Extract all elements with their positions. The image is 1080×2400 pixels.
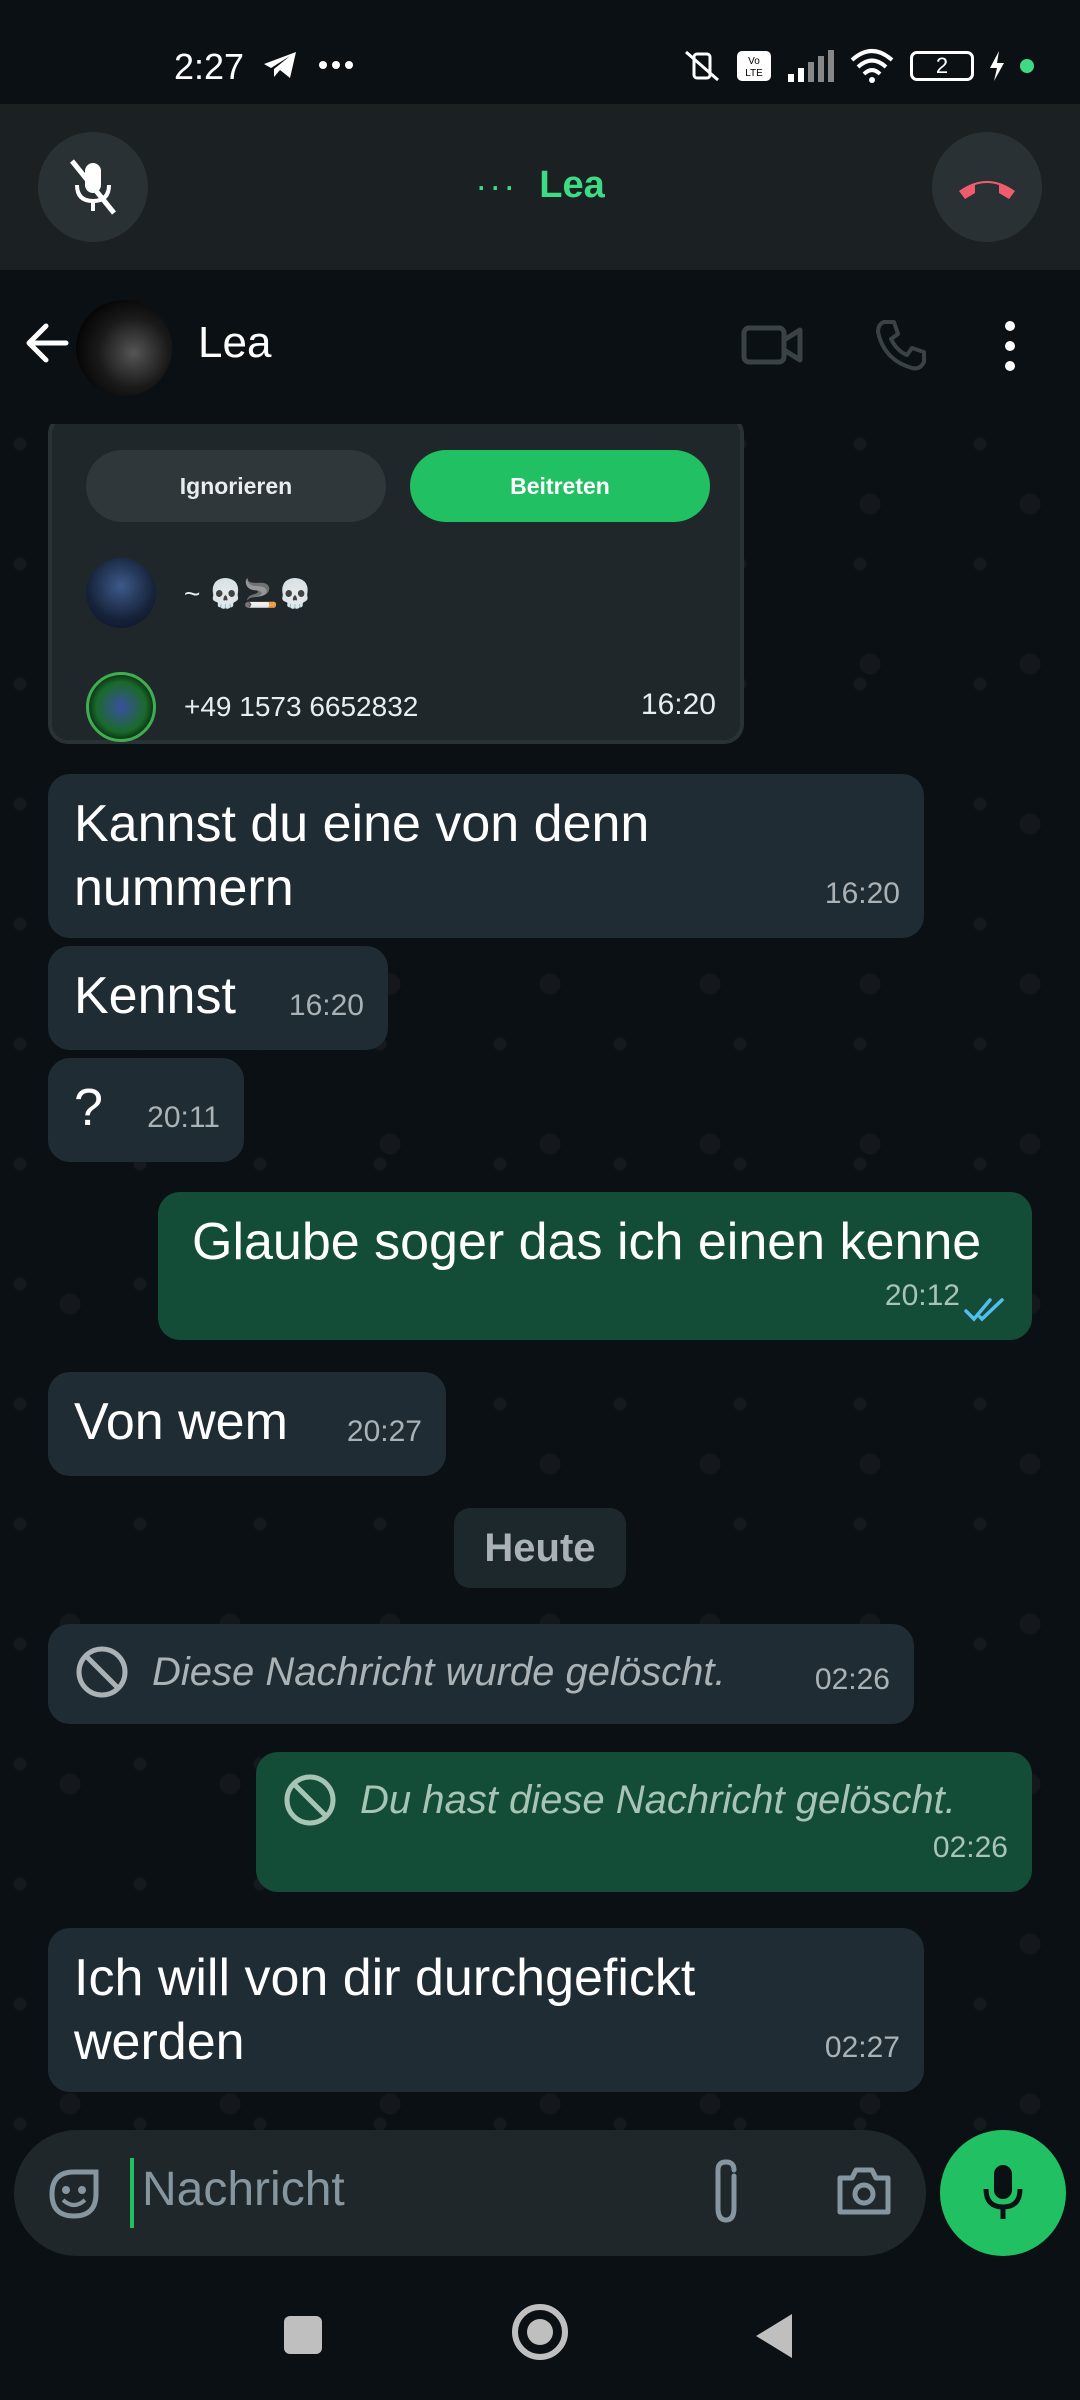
battery-icon: 2 xyxy=(910,51,974,81)
message-time: 16:20 xyxy=(824,877,900,910)
ongoing-call-banner[interactable]: ··· Lea xyxy=(0,104,1080,270)
more-menu-icon[interactable] xyxy=(1000,318,1020,374)
svg-text:Vo: Vo xyxy=(748,56,760,67)
call-contact-name: Lea xyxy=(539,164,605,206)
home-button[interactable] xyxy=(512,2304,568,2360)
svg-text:LTE: LTE xyxy=(745,68,763,79)
blocked-icon xyxy=(76,1646,128,1698)
message-text: Kannst du eine von denn nummern xyxy=(74,795,650,917)
message-incoming[interactable]: Kannst du eine von denn nummern 16:20 xyxy=(48,774,924,938)
message-time: 02:26 xyxy=(932,1831,1008,1864)
ignore-button[interactable]: Ignorieren xyxy=(86,450,386,522)
end-call-button[interactable] xyxy=(932,132,1042,242)
message-outgoing-deleted[interactable]: Du hast diese Nachricht gelöscht. 02:26 xyxy=(256,1752,1032,1892)
member-name: +49 1573 6652832 xyxy=(184,691,419,722)
camera-icon[interactable] xyxy=(834,2162,894,2218)
message-text: Du hast diese Nachricht gelöscht. xyxy=(360,1778,956,1822)
avatar xyxy=(86,558,156,628)
status-system-icons: Vo LTE 2 xyxy=(682,48,1034,84)
vibrate-mute-icon xyxy=(685,50,719,82)
video-call-icon[interactable] xyxy=(740,320,804,370)
mic-icon xyxy=(983,2165,1023,2219)
blocked-icon xyxy=(284,1774,336,1826)
voice-call-icon[interactable] xyxy=(872,318,928,374)
chat-area[interactable]: Ignorieren Beitreten ~ 💀🚬💀 +49 1573 6652… xyxy=(0,424,1080,2140)
member-row[interactable]: ~ 💀🚬💀 xyxy=(86,558,313,628)
message-incoming-deleted[interactable]: Diese Nachricht wurde gelöscht. 02:26 xyxy=(48,1624,914,1724)
member-name: ~ 💀🚬💀 xyxy=(184,577,313,609)
sticker-icon[interactable] xyxy=(44,2164,104,2224)
message-incoming[interactable]: ? 20:11 xyxy=(48,1058,244,1162)
message-incoming[interactable]: Von wem 20:27 xyxy=(48,1372,446,1476)
signal-icon xyxy=(788,50,834,82)
telegram-icon xyxy=(264,52,296,78)
call-title[interactable]: ··· Lea xyxy=(0,164,1080,207)
message-incoming[interactable]: Kennst 16:20 xyxy=(48,946,388,1050)
contact-name[interactable]: Lea xyxy=(198,318,271,368)
avatar xyxy=(86,672,156,742)
message-text: Ich will von dir durchgefickt werden xyxy=(74,1949,696,2071)
end-call-icon xyxy=(959,181,1015,199)
back-button[interactable] xyxy=(756,2314,792,2358)
join-button[interactable]: Beitreten xyxy=(410,450,710,522)
message-text: Diese Nachricht wurde gelöscht. xyxy=(152,1650,726,1694)
deleted-message: Diese Nachricht wurde gelöscht. xyxy=(74,1640,888,1704)
chat-header: Lea xyxy=(0,270,1080,424)
message-incoming[interactable]: Ich will von dir durchgefickt werden 02:… xyxy=(48,1928,924,2092)
call-status-dots: ··· xyxy=(475,164,518,206)
double-check-icon xyxy=(964,1298,1004,1322)
message-input-bar: Nachricht xyxy=(14,2130,926,2256)
status-notification-icons xyxy=(262,50,354,80)
message-time: 16:20 xyxy=(640,688,716,721)
message-time: 16:20 xyxy=(288,989,364,1022)
volte-icon: VoLTE xyxy=(737,51,771,81)
avatar[interactable] xyxy=(76,300,172,396)
message-text: Glaube soger das ich einen kenne xyxy=(192,1213,982,1271)
date-divider: Heute xyxy=(454,1508,626,1588)
voice-message-button[interactable] xyxy=(940,2130,1066,2256)
text-caret xyxy=(130,2158,134,2228)
deleted-message: Du hast diese Nachricht gelöscht. xyxy=(282,1768,1006,1832)
screen: 2:27 Vo LTE 2 ··· Lea Lea Ignorieren Bei… xyxy=(0,0,1080,2400)
message-time: 20:12 xyxy=(884,1279,960,1312)
status-bar: 2:27 Vo LTE 2 xyxy=(0,0,1080,104)
message-outgoing[interactable]: Glaube soger das ich einen kenne 20:12 xyxy=(158,1192,1032,1340)
message-time: 20:11 xyxy=(147,1101,220,1134)
system-navigation-bar xyxy=(0,2268,1080,2400)
back-arrow-icon[interactable] xyxy=(22,318,72,368)
recents-button[interactable] xyxy=(284,2316,322,2354)
active-indicator-icon xyxy=(1020,59,1034,73)
message-time: 02:26 xyxy=(814,1663,890,1696)
message-time: 20:27 xyxy=(346,1415,422,1448)
more-notifications-icon xyxy=(319,61,353,69)
attach-icon[interactable] xyxy=(706,2158,746,2226)
message-input[interactable]: Nachricht xyxy=(142,2162,345,2217)
wifi-icon xyxy=(850,49,894,83)
charging-icon xyxy=(990,51,1004,81)
status-time: 2:27 xyxy=(174,46,245,87)
group-invite-message: Ignorieren Beitreten ~ 💀🚬💀 +49 1573 6652… xyxy=(48,424,744,744)
member-row[interactable]: +49 1573 6652832 xyxy=(86,672,418,742)
message-time: 02:27 xyxy=(824,2031,900,2064)
